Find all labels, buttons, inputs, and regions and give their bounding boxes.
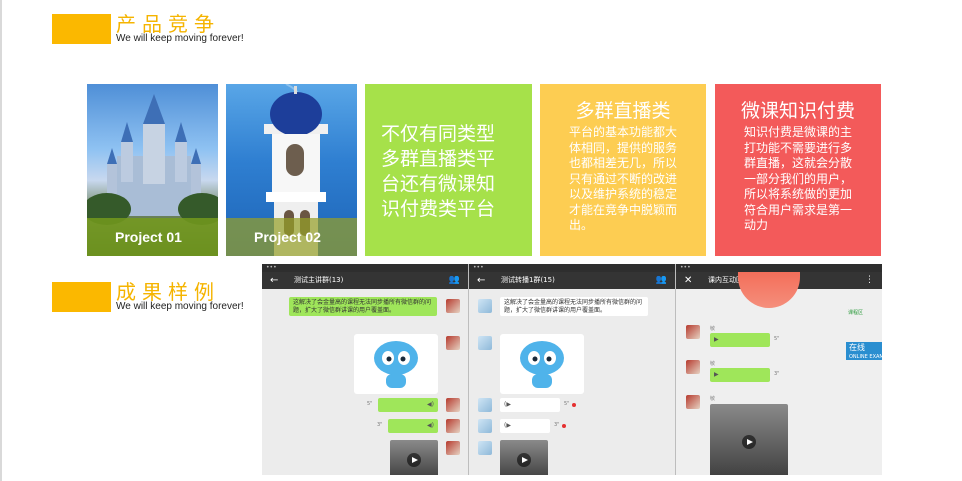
status-bar: ••• <box>262 264 468 272</box>
avatar[interactable] <box>446 419 460 433</box>
message-bubble[interactable]: 这解决了会金量高的课程无法同步播所有微信群的问题，扩大了微信群讲课的用户覆盖面。 <box>500 297 648 316</box>
tile-title: 多群直播类 <box>575 100 671 122</box>
voice-duration: 3" <box>377 422 383 428</box>
section-heading-competition: 产品竞争 We will keep moving forever! <box>52 12 272 48</box>
avatar[interactable] <box>478 441 492 455</box>
voice-message[interactable]: (▶ <box>500 398 560 412</box>
online-label: 在线 <box>849 343 865 352</box>
more-icon[interactable]: ⋮ <box>865 272 874 289</box>
project-01-tile[interactable]: Project 01 <box>87 84 218 256</box>
avatar[interactable] <box>686 360 700 374</box>
avatar[interactable] <box>478 299 492 313</box>
avatar[interactable] <box>446 336 460 350</box>
play-icon[interactable] <box>742 435 756 449</box>
back-arrow-icon[interactable]: ← <box>270 272 278 289</box>
message-bubble[interactable]: 这解决了会金量高的课程无法同步播所有微信群的问题，扩大了微信群讲课的用户覆盖面。 <box>289 297 437 316</box>
tile-text: 平台的基本功能都大体相同，提供的服务也都相差无几，所以只有通过不断的改进以及维护… <box>569 125 678 232</box>
close-icon[interactable]: ✕ <box>684 272 692 289</box>
speaker-name: 敏 <box>710 361 716 367</box>
play-icon: ▶ <box>714 336 719 343</box>
paid-microcourse-tile: 微课知识付费 知识付费是微课的主打功能不需要进行多群直播，这就会分散一部分我们的… <box>715 84 881 256</box>
voice-duration: 3" <box>774 371 780 377</box>
section-subtitle: We will keep moving forever! <box>116 301 244 312</box>
video-message[interactable] <box>500 440 548 475</box>
avatar[interactable] <box>686 395 700 409</box>
play-icon: ▶ <box>714 371 719 378</box>
voice-duration: 5" <box>774 336 780 342</box>
similar-platforms-tile: 不仅有同类型多群直播类平台还有微课知识付费类平台 <box>365 84 532 256</box>
heading-accent-bar <box>52 282 111 312</box>
voice-duration: 3" <box>554 422 560 428</box>
voice-message[interactable]: ▶ <box>710 368 770 382</box>
section-heading-results: 成果样例 We will keep moving forever! <box>52 280 272 316</box>
project-label: Project 01 <box>87 218 218 256</box>
online-badge[interactable]: 在线 ONLINE EXAM <box>846 342 882 360</box>
play-icon[interactable] <box>517 453 531 467</box>
avatar[interactable] <box>478 398 492 412</box>
sticker-message[interactable] <box>500 334 584 394</box>
avatar[interactable] <box>446 398 460 412</box>
chat-pane-main-group: ••• ← 测试主讲群(13) 👥 这解决了会金量高的课程无法同步播所有微信群的… <box>262 264 468 475</box>
video-message[interactable] <box>710 404 788 475</box>
chat-screenshots: ••• ← 测试主讲群(13) 👥 这解决了会金量高的课程无法同步播所有微信群的… <box>262 264 882 475</box>
sticker-message[interactable] <box>354 334 438 394</box>
people-icon[interactable]: 👥 <box>449 272 460 289</box>
avatar[interactable] <box>478 336 492 350</box>
avatar[interactable] <box>446 441 460 455</box>
voice-message[interactable]: ◀) <box>378 398 438 412</box>
speaker-banner <box>738 272 800 308</box>
back-arrow-icon[interactable]: ← <box>477 272 485 289</box>
avatar[interactable] <box>478 419 492 433</box>
mascot-sticker <box>374 341 418 388</box>
speaker-icon: ◀) <box>427 401 434 408</box>
page-left-border <box>0 0 2 481</box>
speaker-name: 敏 <box>710 396 716 402</box>
voice-duration: 5" <box>367 401 373 407</box>
voice-message[interactable]: ▶ <box>710 333 770 347</box>
chat-pane-relay-group: ••• ← 测试转播1群(15) 👥 这解决了会金量高的课程无法同步播所有微信群… <box>469 264 675 475</box>
voice-message[interactable]: (▶ <box>500 419 550 433</box>
chat-pane-replay: ••• ✕ 课内互动回放 ⋮ 课程区 在线 ONLINE EXAM 敏 ▶ 5"… <box>676 264 882 475</box>
multi-group-live-tile: 多群直播类 平台的基本功能都大体相同，提供的服务也都相差无几，所以只有通过不断的… <box>540 84 706 256</box>
unread-dot <box>572 403 576 407</box>
tile-text: 知识付费是微课的主打功能不需要进行多群直播，这就会分散一部分我们的用户，所以将系… <box>744 125 853 232</box>
course-tag[interactable]: 课程区 <box>848 309 863 316</box>
voice-message[interactable]: ◀) <box>388 419 438 433</box>
heading-accent-bar <box>52 14 111 44</box>
project-02-tile[interactable]: Project 02 <box>226 84 357 256</box>
tile-text: 不仅有同类型多群直播类平台还有微课知识付费类平台 <box>381 123 496 220</box>
people-icon[interactable]: 👥 <box>656 272 667 289</box>
section-subtitle: We will keep moving forever! <box>116 33 244 44</box>
voice-duration: 5" <box>564 401 570 407</box>
play-icon[interactable] <box>407 453 421 467</box>
tile-title: 微课知识付费 <box>740 100 855 122</box>
status-bar: ••• <box>469 264 675 272</box>
mascot-sticker <box>520 341 564 388</box>
group-name: 测试主讲群(13) <box>294 276 344 284</box>
speaker-icon: (▶ <box>504 422 511 429</box>
speaker-icon: ◀) <box>427 422 434 429</box>
speaker-icon: (▶ <box>504 401 511 408</box>
unread-dot <box>562 424 566 428</box>
chat-app-bar: ← 测试主讲群(13) 👥 <box>262 272 468 289</box>
avatar[interactable] <box>686 325 700 339</box>
avatar[interactable] <box>446 299 460 313</box>
status-bar: ••• <box>676 264 882 272</box>
chat-app-bar: ← 测试转播1群(15) 👥 <box>469 272 675 289</box>
video-message[interactable] <box>390 440 438 475</box>
online-sublabel: ONLINE EXAM <box>849 354 882 360</box>
project-label: Project 02 <box>226 218 357 256</box>
group-name: 测试转播1群(15) <box>501 276 555 284</box>
speaker-name: 敏 <box>710 326 716 332</box>
